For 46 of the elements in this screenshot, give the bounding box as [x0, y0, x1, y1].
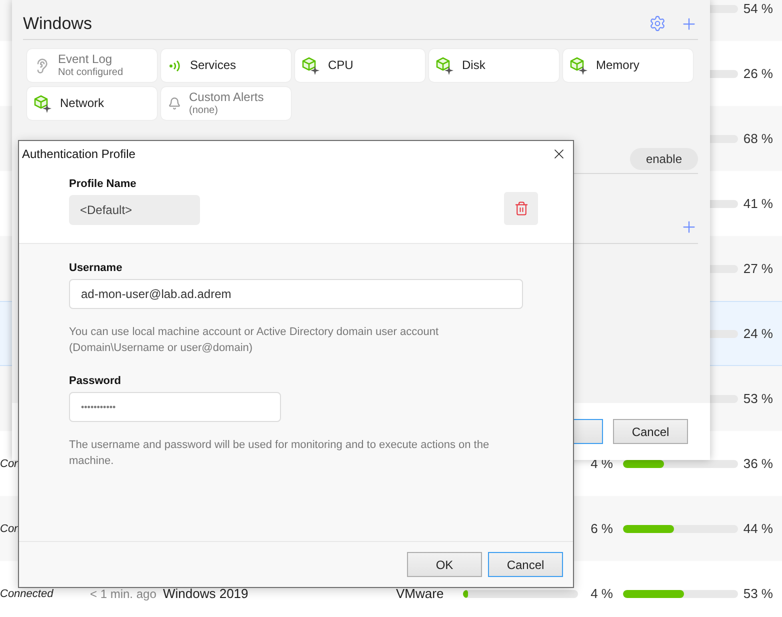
monitor-tile[interactable]: Event Log Not configured: [27, 49, 157, 82]
memory-percent: 41 %: [743, 196, 774, 211]
memory-percent: 44 %: [743, 521, 774, 536]
monitor-tile[interactable]: Services: [161, 49, 291, 82]
hint-text: You can use local machine account or Active Directory domain user account (Domain\Username or user@domain): [69, 325, 440, 356]
cpu-percent: 4 %: [590, 586, 614, 601]
monitor-tile[interactable]: CPU: [295, 49, 425, 82]
memory-percent: 27 %: [743, 261, 774, 276]
dialog-button[interactable]: Cancel: [613, 419, 688, 444]
monitor-tile[interactable]: Custom Alerts (none): [161, 87, 291, 120]
password-field[interactable]: •••••••••••: [69, 392, 281, 422]
dialog-button[interactable]: Cancel: [488, 552, 563, 577]
tile-label: CPU: [328, 59, 354, 72]
memory-percent: 36 %: [743, 456, 774, 471]
dialog-button[interactable]: OK: [407, 552, 482, 577]
memory-percent: 53 %: [743, 391, 774, 406]
memory-percent: 24 %: [743, 326, 774, 341]
username-field[interactable]: ad-mon-user@lab.ad.adrem: [69, 279, 523, 309]
monitor-tile[interactable]: Memory: [563, 49, 693, 82]
tile-label: Custom Alerts: [189, 90, 264, 104]
tile-label: Memory: [596, 59, 640, 72]
enable-button[interactable]: enable: [630, 148, 698, 170]
hint-text: The username and password will be used for monitoring and to execute actions on the machine.: [69, 438, 490, 469]
field-label: Password: [69, 375, 122, 387]
cpu-percent: 6 %: [590, 521, 614, 536]
os-text: Windows 2019: [163, 586, 248, 601]
dialog-title: Authentication Profile: [22, 146, 136, 160]
panel-title: Windows: [23, 14, 93, 34]
tile-label: Disk: [462, 59, 486, 72]
profile-name-field[interactable]: <Default>: [69, 195, 200, 225]
memory-percent: 26 %: [743, 66, 774, 81]
monitor-tile[interactable]: Disk: [429, 49, 559, 82]
memory-percent: 53 %: [743, 586, 774, 601]
tile-label: Event Log: [58, 52, 114, 66]
vendor-text: VMware: [396, 586, 444, 601]
time-text: < 1 min. ago: [89, 586, 156, 600]
tile-label: Network: [60, 97, 104, 110]
tile-label: Services: [190, 59, 236, 72]
field-label: Profile Name: [69, 178, 138, 190]
tile-subtitle: (none): [189, 104, 219, 116]
field-label: Username: [69, 262, 124, 274]
memory-percent: 54 %: [743, 1, 774, 16]
status-text: Connected: [0, 588, 54, 600]
memory-percent: 68 %: [743, 131, 774, 146]
tile-subtitle: Not configured: [58, 66, 124, 78]
monitor-tile[interactable]: Network: [27, 87, 157, 120]
